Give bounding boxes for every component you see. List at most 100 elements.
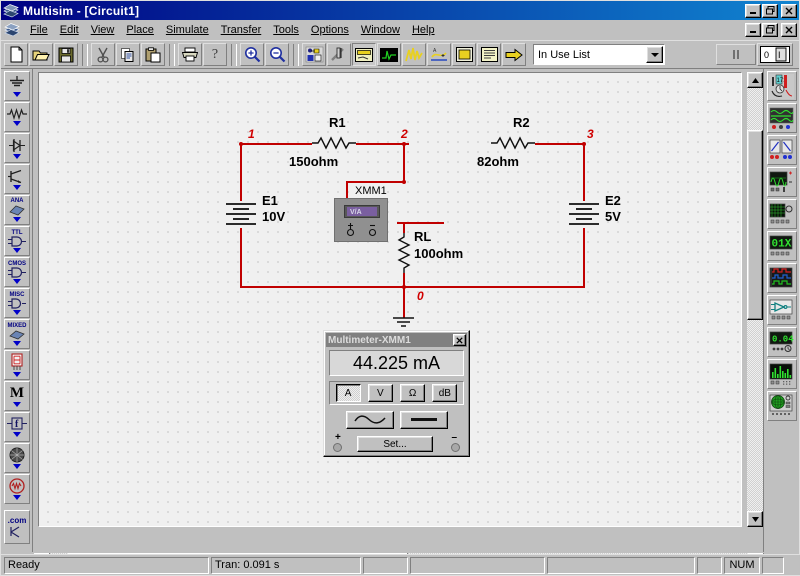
- set-button[interactable]: Set...: [357, 436, 433, 452]
- chevron-down-icon[interactable]: [646, 46, 663, 63]
- menu-view[interactable]: View: [85, 22, 121, 38]
- battery-e1-symbol[interactable]: [223, 201, 259, 228]
- ammeter-mode-button[interactable]: A: [335, 384, 361, 402]
- menu-transfer[interactable]: Transfer: [215, 22, 268, 38]
- decibel-mode-button[interactable]: dB: [432, 384, 458, 402]
- wire-e1-bottom[interactable]: [240, 225, 242, 287]
- net-label-2[interactable]: 2: [401, 127, 408, 141]
- xmm1-minus-terminal[interactable]: [368, 223, 377, 239]
- power-switch-button[interactable]: 0 I: [757, 43, 793, 66]
- help-icon[interactable]: ?: [203, 43, 227, 66]
- mdi-close-button[interactable]: [781, 22, 797, 37]
- electromechanical-dropdown-icon[interactable]: [13, 464, 21, 469]
- menu-help[interactable]: Help: [406, 22, 441, 38]
- palette-rf[interactable]: f: [4, 412, 30, 442]
- pause-button[interactable]: [716, 44, 756, 65]
- close-icon[interactable]: [453, 334, 466, 346]
- minimize-button[interactable]: [745, 3, 761, 18]
- palette-diodes[interactable]: [4, 133, 30, 163]
- transfer-icon[interactable]: [502, 43, 526, 66]
- save-icon[interactable]: [54, 43, 78, 66]
- palette-miscellaneous[interactable]: M: [4, 381, 30, 411]
- database-icon[interactable]: [302, 43, 326, 66]
- menu-edit[interactable]: Edit: [54, 22, 85, 38]
- palette-edison[interactable]: [4, 474, 30, 504]
- menu-options[interactable]: Options: [305, 22, 355, 38]
- label-e2-ref[interactable]: E2: [605, 193, 621, 208]
- scroll-up-button[interactable]: [747, 72, 763, 88]
- paste-icon[interactable]: [141, 43, 165, 66]
- restore-button[interactable]: [762, 3, 778, 18]
- wire-node2-left[interactable]: [346, 181, 405, 183]
- logic-analyzer-icon[interactable]: [766, 263, 797, 293]
- palette-indicators[interactable]: [4, 350, 30, 380]
- zoom-out-icon[interactable]: [265, 43, 289, 66]
- function-generator-icon[interactable]: [766, 103, 797, 133]
- resistor-r1-symbol[interactable]: [312, 135, 356, 151]
- label-e1-ref[interactable]: E1: [262, 193, 278, 208]
- wire-top-left[interactable]: [240, 143, 315, 145]
- minus-terminal[interactable]: [451, 443, 460, 452]
- oscilloscope-icon[interactable]: [766, 167, 797, 197]
- model-maker-icon[interactable]: A: [427, 43, 451, 66]
- palette-web-components[interactable]: .com: [4, 510, 30, 544]
- rf-dropdown-icon[interactable]: [13, 432, 21, 437]
- ac-mode-button[interactable]: [345, 410, 394, 429]
- palette-misc-digital[interactable]: MISC: [4, 288, 30, 318]
- ttl-dropdown-icon[interactable]: [13, 247, 21, 253]
- spectrum-analyzer-icon[interactable]: [766, 359, 797, 389]
- in-use-list-combo[interactable]: In Use List: [533, 44, 665, 65]
- instruments-icon[interactable]: [352, 43, 376, 66]
- postprocessor-icon[interactable]: [402, 43, 426, 66]
- scroll-down-button[interactable]: [747, 511, 763, 527]
- label-e2-value[interactable]: 5V: [605, 209, 621, 224]
- basic-dropdown-icon[interactable]: [13, 121, 21, 126]
- multimeter-dialog[interactable]: Multimeter-XMM1 44.225 mA A V Ω dB + Set…: [323, 330, 470, 457]
- multimeter-dialog-titlebar[interactable]: Multimeter-XMM1: [326, 333, 467, 347]
- battery-e2-symbol[interactable]: [566, 201, 602, 228]
- edison-dropdown-icon[interactable]: [13, 495, 21, 500]
- palette-transistors[interactable]: [4, 164, 30, 194]
- canvas-vertical-scrollbar[interactable]: [747, 72, 763, 527]
- net-label-3[interactable]: 3: [587, 127, 594, 141]
- palette-mixed[interactable]: MIXED: [4, 319, 30, 349]
- label-r1-value[interactable]: 150ohm: [289, 154, 338, 169]
- sources-dropdown-icon[interactable]: [13, 91, 21, 97]
- copy-icon[interactable]: [116, 43, 140, 66]
- cmos-dropdown-icon[interactable]: [13, 278, 21, 284]
- print-icon[interactable]: [178, 43, 202, 66]
- zoom-in-icon[interactable]: [240, 43, 264, 66]
- palette-analog[interactable]: ANA: [4, 195, 30, 225]
- new-icon[interactable]: [4, 43, 28, 66]
- wire-e2-bottom[interactable]: [583, 225, 585, 287]
- label-r1-ref[interactable]: R1: [329, 115, 346, 130]
- resistor-r2-symbol[interactable]: [491, 135, 535, 151]
- diodes-dropdown-icon[interactable]: [13, 153, 21, 159]
- ground-symbol[interactable]: [391, 317, 416, 329]
- menu-file[interactable]: File: [24, 22, 54, 38]
- palette-cmos[interactable]: CMOS: [4, 257, 30, 287]
- miscellaneous-dropdown-icon[interactable]: [13, 401, 21, 407]
- network-analyzer-icon[interactable]: [766, 391, 797, 421]
- label-rl-ref[interactable]: RL: [414, 229, 431, 244]
- voltmeter-mode-button[interactable]: V: [367, 384, 393, 402]
- logic-converter-icon[interactable]: [766, 295, 797, 325]
- plus-terminal[interactable]: [333, 443, 342, 452]
- label-rl-value[interactable]: 100ohm: [414, 246, 463, 261]
- palette-ttl[interactable]: TTL: [4, 226, 30, 256]
- wattmeter-icon[interactable]: [766, 135, 797, 165]
- wire-ground-stub[interactable]: [403, 286, 405, 318]
- menu-simulate[interactable]: Simulate: [160, 22, 215, 38]
- label-r2-value[interactable]: 82ohm: [477, 154, 519, 169]
- mdi-restore-button[interactable]: [762, 22, 778, 37]
- vertical-scroll-thumb[interactable]: [747, 130, 763, 320]
- label-r2-ref[interactable]: R2: [513, 115, 530, 130]
- subcircuit-icon[interactable]: [452, 43, 476, 66]
- analysis-icon[interactable]: [377, 43, 401, 66]
- label-xmm1-ref[interactable]: XMM1: [355, 185, 387, 197]
- wire-e2-top[interactable]: [583, 143, 585, 203]
- misc-digital-dropdown-icon[interactable]: [13, 309, 21, 315]
- multimeter-icon[interactable]: 171: [766, 71, 797, 101]
- bode-plotter-icon[interactable]: [766, 199, 797, 229]
- wire-node2-drop[interactable]: [403, 143, 405, 182]
